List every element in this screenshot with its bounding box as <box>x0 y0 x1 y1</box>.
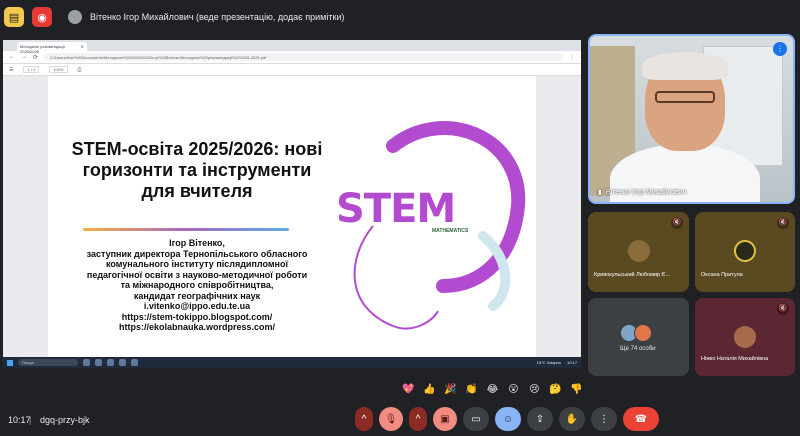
author-name: Ігор Вітенко, <box>169 238 225 248</box>
author-line: педагогічної освіти з науково-методичної… <box>86 269 308 280</box>
browser-tab[interactable]: Методичні рекомендації 2025/2026 ✕ <box>17 42 87 54</box>
notes-icon[interactable]: ▤ <box>4 7 24 27</box>
author-link: https://ekolabnauka.wordpress.com/ <box>118 322 276 332</box>
forward-icon[interactable]: → <box>21 54 27 60</box>
avatar <box>734 326 756 348</box>
participant-tile[interactable]: 🔇 Ніжко Наталія Михайлівна <box>695 298 795 376</box>
author-line: комунального інституту післядипломної <box>105 259 289 269</box>
meeting-code: dgq-przy-bjk <box>40 415 90 425</box>
present-button[interactable]: ⇪ <box>527 407 553 431</box>
presenting-icon: ▮ <box>598 189 602 196</box>
edge-icon[interactable] <box>131 359 138 366</box>
participant-name: Кривокульський Любомир Є... <box>594 272 671 278</box>
raise-hand-button[interactable]: ✋ <box>559 407 585 431</box>
controls: ^ 🎙 ^ ▣ ▭ ☺ ⇪ ✋ ⋮ ☎ <box>355 407 659 431</box>
reload-icon[interactable]: ⟳ <box>33 54 38 61</box>
participant-tile-main[interactable]: ⋮ ▮ Вітенко Ігор Михайлович <box>588 34 795 204</box>
weather-label: 15°C Хмарно <box>536 360 561 365</box>
participant-glasses <box>655 91 715 103</box>
menu-dots-icon[interactable]: ⋮ <box>569 54 575 61</box>
reaction-clap-icon[interactable]: 👏 <box>463 381 480 398</box>
participant-name-main: ▮ Вітенко Ігор Михайлович <box>598 188 687 197</box>
reaction-thinking-icon[interactable]: 🤔 <box>547 381 564 398</box>
author-line: та міжнародного співробітництва, <box>120 280 274 290</box>
meeting-control-bar: 10:17 | dgq-przy-bjk ^ 🎙 ^ ▣ ▭ ☺ ⇪ ✋ ⋮ ☎ <box>0 404 800 436</box>
mic-off-button[interactable]: 🎙 <box>379 407 403 431</box>
pdf-menu-icon[interactable]: ☰ <box>9 67 13 73</box>
video-options-button[interactable]: ^ <box>409 407 427 431</box>
reaction-thumbs-up-icon[interactable]: 👍 <box>421 381 438 398</box>
more-options-button[interactable]: ⋮ <box>591 407 617 431</box>
reaction-bar: 💖 👍 🎉 👏 😂 😮 😢 🤔 👎 <box>400 381 585 398</box>
audio-options-button[interactable]: ^ <box>355 407 373 431</box>
browser-icon[interactable] <box>95 359 102 366</box>
zoom-level[interactable]: 100% <box>49 66 68 73</box>
author-email: i.vitenko@ippo.edu.te.ua <box>143 301 251 311</box>
close-tab-icon[interactable]: ✕ <box>81 44 84 49</box>
pdf-toolbar: ☰ 1 / 4 100% ⎙ <box>3 64 581 76</box>
captions-button[interactable]: ▭ <box>463 407 489 431</box>
mic-off-icon: 🔇 <box>777 217 789 229</box>
presentation-slide: STEM-освіта 2025/2026: нові горизонти та… <box>48 76 536 357</box>
explorer-icon[interactable] <box>83 359 90 366</box>
browser-tab-title: Методичні рекомендації 2025/2026 <box>20 44 65 54</box>
reaction-surprised-icon[interactable]: 😮 <box>505 381 522 398</box>
participant-tile[interactable]: 🔇 Кривокульський Любомир Є... <box>588 212 689 292</box>
avatar <box>734 240 756 262</box>
url-field[interactable]: C:/Users/ihor/%20Documents/Методичні%202… <box>44 53 563 61</box>
taskbar-search[interactable]: Пошук <box>18 359 78 366</box>
reaction-heart-icon[interactable]: 💖 <box>400 381 417 398</box>
pdf-viewer: STEM-освіта 2025/2026: нові горизонти та… <box>3 76 581 357</box>
avatar <box>627 240 650 262</box>
print-icon[interactable]: ⎙ <box>78 67 82 73</box>
participant-tile[interactable]: 🔇 Оксана Притула <box>695 212 795 292</box>
emoji-button[interactable]: ☺ <box>495 407 521 431</box>
separator: | <box>29 415 32 425</box>
stop-presenting-icon[interactable]: ◉ <box>32 7 52 27</box>
reaction-party-icon[interactable]: 🎉 <box>442 381 459 398</box>
avatar-group <box>620 324 652 342</box>
author-link: https://stem-tokippo.blogspot.com/ <box>121 311 273 322</box>
participant-name: Оксана Притула <box>701 272 743 278</box>
chrome-icon[interactable] <box>119 359 126 366</box>
system-tray: 15°C Хмарно 10:17 <box>537 360 577 365</box>
back-icon[interactable]: ← <box>9 54 15 60</box>
slide-title: STEM-освіта 2025/2026: нові горизонти та… <box>71 139 323 201</box>
more-participants-tile[interactable]: Ще 74 особи <box>588 298 689 376</box>
slide-divider <box>83 228 289 231</box>
shared-screen: Методичні рекомендації 2025/2026 ✕ ← → ⟳… <box>3 40 581 368</box>
mic-off-icon: 🔇 <box>777 303 789 315</box>
reaction-thumbs-down-icon[interactable]: 👎 <box>568 381 585 398</box>
meet-window: ▤ ◉ Вітенко Ігор Михайлович (веде презен… <box>0 0 800 436</box>
stem-logo-word: STEM <box>336 186 456 232</box>
meeting-time: 10:17 <box>8 415 31 425</box>
windows-taskbar: Пошук 15°C Хмарно 10:17 <box>3 357 581 368</box>
presenter-avatar <box>68 10 82 24</box>
reaction-laugh-icon[interactable]: 😂 <box>484 381 501 398</box>
stem-logo-subtitle: MATHEMATICS <box>432 228 469 234</box>
leave-call-button[interactable]: ☎ <box>623 407 659 431</box>
mic-off-icon: 🔇 <box>671 217 683 229</box>
speaking-indicator-icon: ⋮ <box>773 42 787 56</box>
presenter-bar: ▤ ◉ Вітенко Ігор Михайлович (веде презен… <box>0 0 800 34</box>
windows-start-icon[interactable] <box>7 359 13 366</box>
more-participants-label: Ще 74 особи <box>620 346 656 352</box>
address-bar: ← → ⟳ C:/Users/ihor/%20Documents/Методич… <box>3 51 581 64</box>
author-line: заступник директора Тернопільського обла… <box>86 248 308 259</box>
author-line: кандидат географічних наук <box>133 290 261 301</box>
browser-tab-strip: Методичні рекомендації 2025/2026 ✕ <box>3 40 581 54</box>
participant-name: Ніжко Наталія Михайлівна <box>701 356 769 362</box>
camera-off-button[interactable]: ▣ <box>433 407 457 431</box>
taskbar-clock: 10:17 <box>566 360 577 365</box>
slide-author-block: Ігор Вітенко, заступник директора Терноп… <box>66 238 328 333</box>
page-indicator[interactable]: 1 / 4 <box>23 66 40 73</box>
presenter-label: Вітенко Ігор Михайлович (веде презентаці… <box>90 12 345 22</box>
mail-icon[interactable] <box>107 359 114 366</box>
avatar <box>634 324 652 342</box>
participant-hair <box>642 52 728 80</box>
reaction-sad-icon[interactable]: 😢 <box>526 381 543 398</box>
